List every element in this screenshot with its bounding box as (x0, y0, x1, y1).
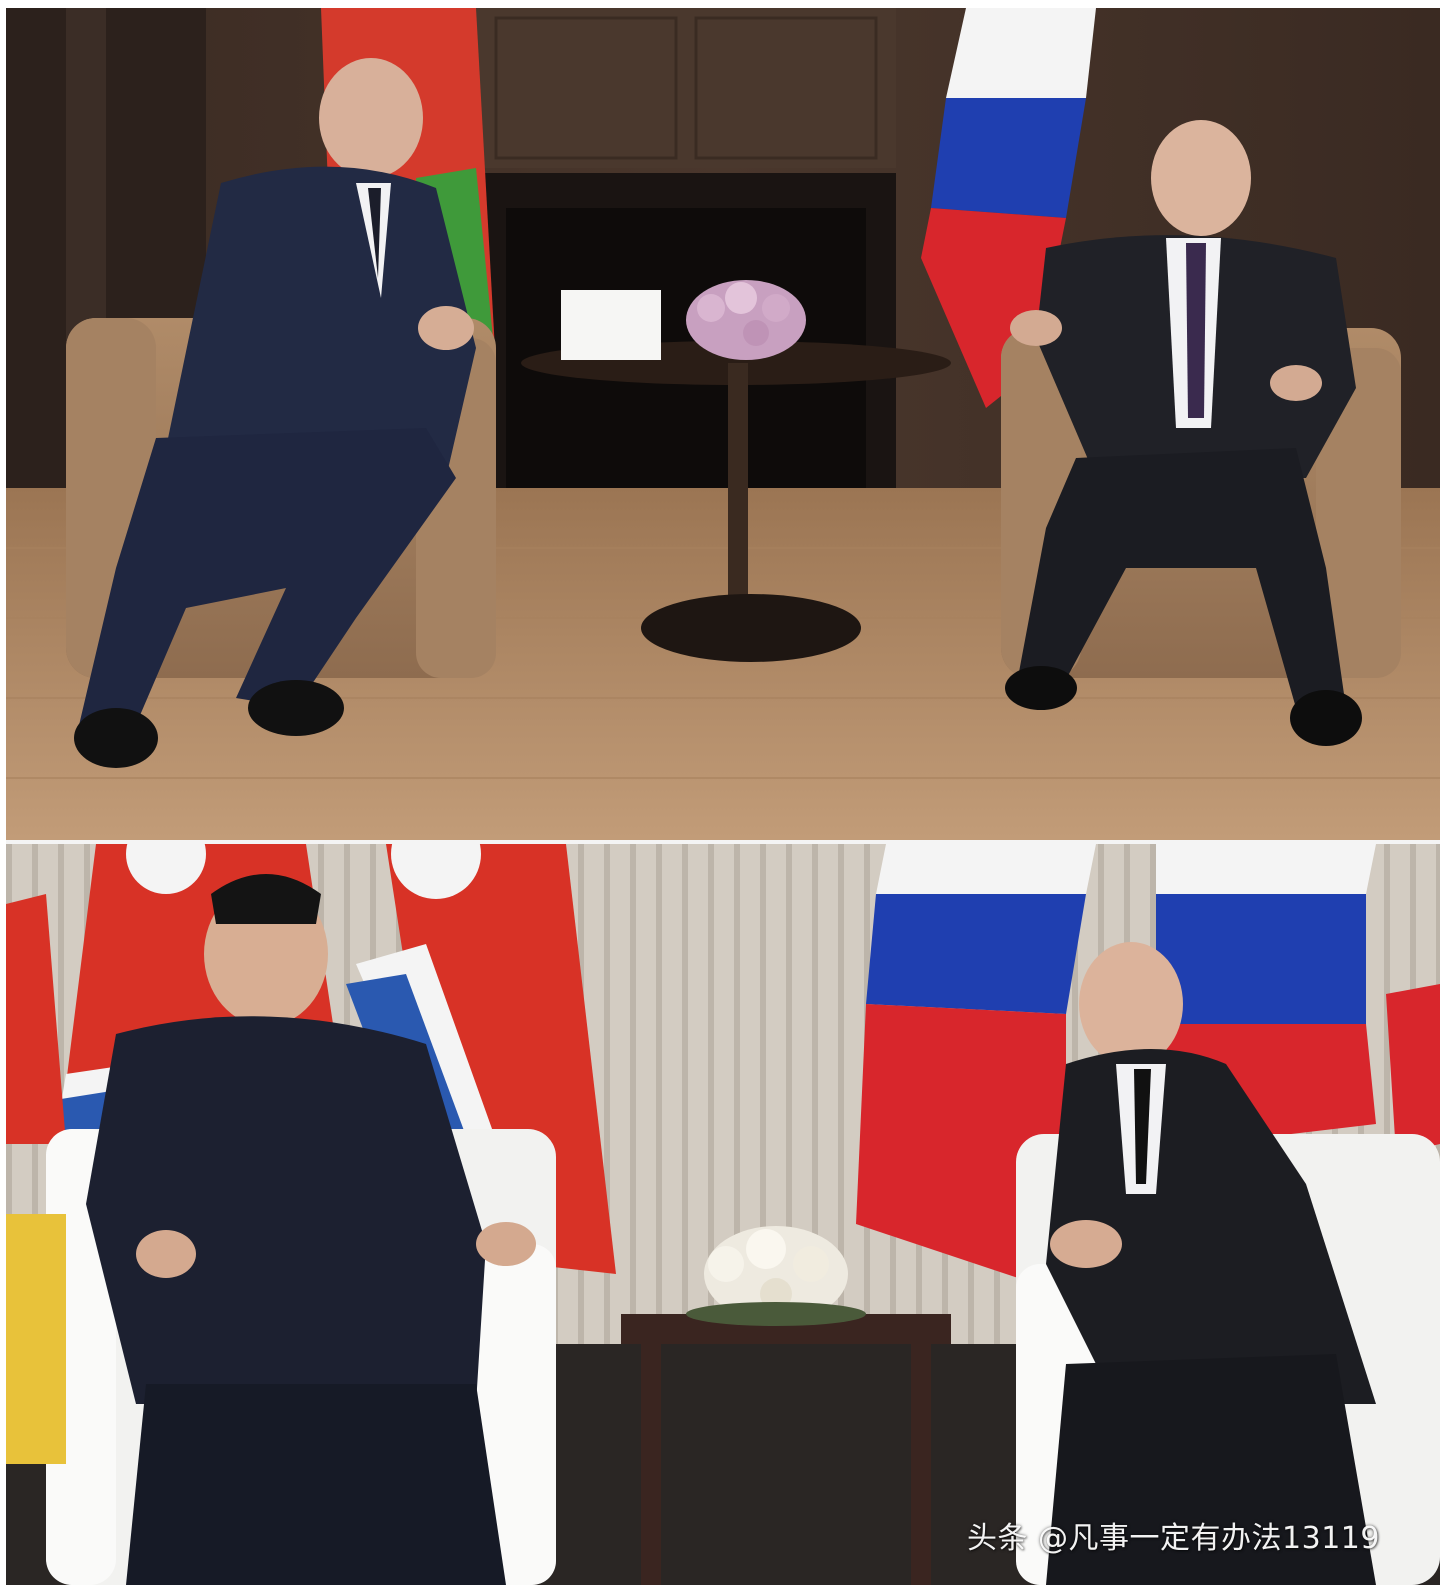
meeting-scene-top (6, 8, 1440, 840)
yellow-object (6, 1214, 66, 1464)
paper-card (561, 290, 661, 360)
bottom-photo-panel: 头条 @凡事一定有办法13119 (6, 844, 1440, 1585)
watermark-text: 头条 @凡事一定有办法13119 (967, 1521, 1380, 1556)
meeting-scene-bottom (6, 844, 1440, 1585)
flower-bouquet (686, 280, 806, 360)
top-photo-panel (6, 8, 1440, 840)
